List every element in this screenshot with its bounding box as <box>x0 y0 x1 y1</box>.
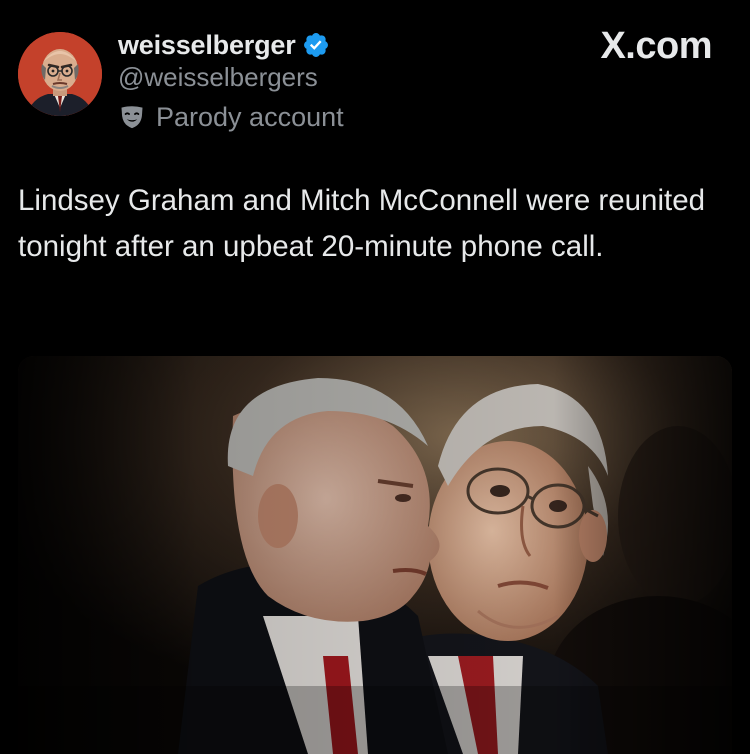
verified-badge-icon <box>302 31 330 59</box>
author-display-name[interactable]: weisselberger <box>118 30 296 61</box>
parody-account-label: Parody account <box>118 100 344 134</box>
cartoon-portrait-avatar <box>18 32 102 116</box>
parody-account-text: Parody account <box>156 101 344 132</box>
author-name-row[interactable]: weisselberger <box>118 28 330 62</box>
theater-mask-icon <box>118 103 146 131</box>
author-avatar[interactable] <box>18 32 102 116</box>
post-photo[interactable] <box>18 356 732 754</box>
x-com-watermark: X.com <box>600 25 712 67</box>
post-text: Lindsey Graham and Mitch McConnell were … <box>18 184 706 263</box>
photo-two-senators <box>18 356 732 754</box>
author-handle[interactable]: @weisselbergers <box>118 62 318 93</box>
